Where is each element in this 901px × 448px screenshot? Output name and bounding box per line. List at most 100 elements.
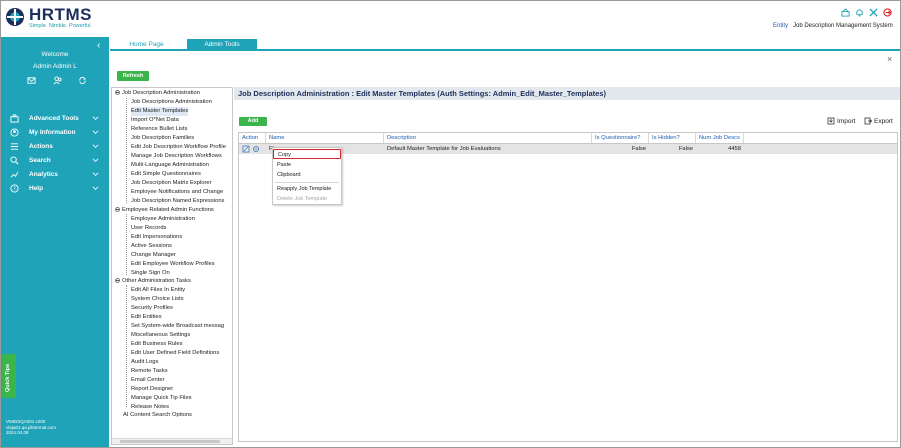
collapse-icon[interactable] xyxy=(115,90,120,95)
menu-item-clipboard[interactable]: Clipboard xyxy=(273,170,341,180)
tab-underline xyxy=(110,49,900,51)
cell-description: Default Master Template for Job Evaluati… xyxy=(387,146,501,152)
menu-item-paste[interactable]: Paste xyxy=(273,160,341,170)
tree-item[interactable]: Import O*Net Data xyxy=(131,116,179,125)
tree-item-selected[interactable]: Edit Master Templates xyxy=(131,107,189,116)
row-action-icons xyxy=(242,145,260,153)
column-header-description[interactable]: Description xyxy=(384,133,592,143)
tree-item[interactable]: Active Sessions xyxy=(131,242,172,251)
puzzle-icon[interactable] xyxy=(869,8,878,17)
nav-search[interactable]: Search xyxy=(1,154,109,168)
tree-item[interactable]: Edit Employee Workflow Profiles xyxy=(131,260,215,269)
tree-item[interactable]: Edit User Defined Field Definitions xyxy=(131,349,219,358)
sync-icon[interactable] xyxy=(78,76,87,85)
entity-name: Job Description Management System xyxy=(793,23,893,29)
hrtms-logo[interactable]: HRTMS Simple. Nimble. Powerful. xyxy=(5,5,92,31)
tree-item-ai-content-search[interactable]: AI Content Search Options xyxy=(123,411,192,420)
nav-analytics[interactable]: Analytics xyxy=(1,168,109,182)
logo-text: HRTMS xyxy=(29,5,92,24)
tree-group-label: Job Description Administration xyxy=(122,90,200,96)
context-menu: Copy Paste Clipboard Reapply Job Templat… xyxy=(272,147,342,205)
tree-item[interactable]: Job Description Named Expressions xyxy=(131,197,224,206)
tree-item[interactable]: Set System-wide Broadcast messag xyxy=(131,322,224,331)
collapse-icon[interactable] xyxy=(115,278,120,283)
help-icon: ? xyxy=(10,184,19,193)
admin-icon[interactable] xyxy=(841,8,850,17)
nav-help[interactable]: ? Help xyxy=(1,182,109,196)
refresh-button[interactable]: Refresh xyxy=(117,71,149,81)
tree-item[interactable]: Edit Entities xyxy=(131,313,162,322)
tree-item[interactable]: Security Profiles xyxy=(131,304,173,313)
edit-icon[interactable] xyxy=(242,145,250,153)
quick-tips-label: Quick Tips xyxy=(5,363,11,392)
menu-item-reapply-job-template[interactable]: Reapply Job Template xyxy=(273,184,341,194)
user-icon xyxy=(10,128,19,137)
settings-icon[interactable] xyxy=(252,145,260,153)
tree-item[interactable]: Email Center xyxy=(131,376,165,385)
nav-label: Actions xyxy=(29,143,53,150)
nav-label: Search xyxy=(29,157,51,164)
column-header-action[interactable]: Action xyxy=(239,133,266,143)
chevron-down-icon xyxy=(92,116,99,120)
tree-guide-line xyxy=(126,98,127,203)
tree-item[interactable]: Manage Quick Tip Files xyxy=(131,394,192,403)
tree-group-employee-related-admin-functions[interactable]: Employee Related Admin Functions xyxy=(112,206,214,215)
tree-item[interactable]: Report Designer xyxy=(131,385,173,394)
tree-item[interactable]: User Records xyxy=(131,224,166,233)
add-button[interactable]: Add xyxy=(239,117,267,126)
logout-icon[interactable] xyxy=(883,8,892,17)
sidebar-collapse-icon[interactable]: ‹ xyxy=(97,40,100,51)
nav-advanced-tools[interactable]: Advanced Tools xyxy=(1,112,109,126)
tree-item[interactable]: Edit Job Description Workflow Profile xyxy=(131,143,226,152)
tree-item[interactable]: Remote Tasks xyxy=(131,367,168,376)
tree-group-job-description-administration[interactable]: Job Description Administration xyxy=(112,89,200,98)
sidebar: ‹ Welcome Admin Admin L Advanced Tools M… xyxy=(1,37,109,447)
mail-icon[interactable] xyxy=(27,76,36,85)
tree-item[interactable]: Edit All Files In Entity xyxy=(131,286,185,295)
column-header-is-hidden[interactable]: Is Hidden? xyxy=(649,133,696,143)
tree-item[interactable]: Multi-Language Administration xyxy=(131,161,209,170)
page-title: Job Description Administration : Edit Ma… xyxy=(234,87,900,100)
quick-tips-button[interactable]: Quick Tips xyxy=(2,354,16,398)
tree-item[interactable]: Audit Logs xyxy=(131,358,158,367)
top-header: HRTMS Simple. Nimble. Powerful. Entity J… xyxy=(1,1,900,36)
tree-item[interactable]: Miscellaneous Settings xyxy=(131,331,190,340)
tree-item[interactable]: Employee Notifications and Change xyxy=(131,188,223,197)
tree-item[interactable]: Job Descriptions Administration xyxy=(131,98,212,107)
chevron-down-icon xyxy=(92,158,99,162)
tree-item[interactable]: Edit Impersonations xyxy=(131,233,182,242)
import-button[interactable]: Import xyxy=(827,117,855,125)
tree-item[interactable]: Job Description Matrix Explorer xyxy=(131,179,212,188)
tree-item[interactable]: Manage Job Description Workflows xyxy=(131,152,222,161)
cell-is-hidden: False xyxy=(678,146,693,152)
close-icon[interactable]: × xyxy=(887,54,892,64)
tree-guide-line xyxy=(126,285,127,407)
column-header-name[interactable]: Name xyxy=(266,133,384,143)
export-button[interactable]: Export xyxy=(864,117,893,125)
menu-separator xyxy=(275,182,339,183)
tree-item[interactable]: System Choice Lists xyxy=(131,295,184,304)
nav-actions[interactable]: Actions xyxy=(1,140,109,154)
users-icon[interactable] xyxy=(53,76,62,85)
tree-item[interactable]: Reference Bullet Lists xyxy=(131,125,187,134)
tab-label: Admin Tools xyxy=(204,41,240,48)
collapse-icon[interactable] xyxy=(115,207,120,212)
tree-group-label: Other Administration Tasks xyxy=(122,278,191,284)
column-header-is-questionnaire[interactable]: Is Questionnaire? xyxy=(592,133,649,143)
menu-item-copy[interactable]: Copy xyxy=(273,149,341,159)
tree-item[interactable]: Edit Simple Questionnaires xyxy=(131,170,201,179)
nav-label: Help xyxy=(29,185,44,192)
tree-item[interactable]: Edit Business Rules xyxy=(131,340,183,349)
entity-link[interactable]: Entity xyxy=(773,23,788,29)
version-info: VMIDSQA001 v200 vtiqa01.qa.jdinternal.co… xyxy=(6,419,56,436)
nav-label: Analytics xyxy=(29,171,58,178)
bell-icon[interactable] xyxy=(855,8,864,17)
column-header-num-job-descs[interactable]: Num Job Descs xyxy=(696,133,744,143)
sidebar-nav: Advanced Tools My Information Actions Se… xyxy=(1,112,109,196)
tree-item[interactable]: Change Manager xyxy=(131,251,176,260)
tree-item[interactable]: Employee Administration xyxy=(131,215,195,224)
tree-group-other-administration-tasks[interactable]: Other Administration Tasks xyxy=(112,277,191,286)
tree-horizontal-scrollbar[interactable] xyxy=(112,438,232,444)
tree-item[interactable]: Job Description Families xyxy=(131,134,194,143)
nav-my-information[interactable]: My Information xyxy=(1,126,109,140)
